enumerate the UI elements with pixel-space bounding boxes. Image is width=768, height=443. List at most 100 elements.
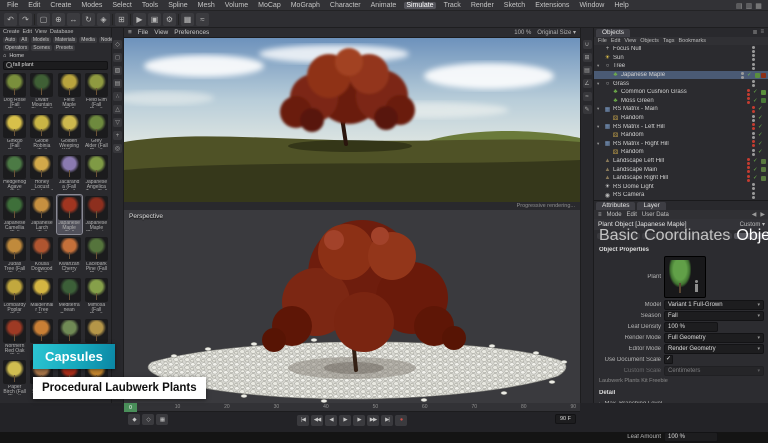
asset-item[interactable]: Japanese Maple (Fall Plant) xyxy=(57,195,82,234)
checkbox[interactable] xyxy=(664,355,673,364)
object-tags[interactable] xyxy=(755,73,766,78)
history-forward-icon[interactable]: ▶ xyxy=(760,211,765,218)
objects-menu-item[interactable]: Bookmarks xyxy=(678,38,706,44)
menu-item[interactable]: Edit xyxy=(26,2,42,9)
asset-item[interactable]: Globe Robinia (Fall Plant) xyxy=(29,113,54,152)
asset-item[interactable]: Kwanzan Cherry (Fall Plant) xyxy=(57,236,82,275)
asset-browser-menu-item[interactable]: Database xyxy=(50,29,74,35)
menu-item[interactable]: File xyxy=(5,2,20,9)
enable-checkmark[interactable]: ✓ xyxy=(758,124,764,130)
visibility-dots[interactable] xyxy=(752,140,755,147)
visibility-dots[interactable] xyxy=(752,183,755,190)
asset-item[interactable]: Field Maple (Fall Plant) xyxy=(57,72,82,111)
asset-filter-chip[interactable]: Scenes xyxy=(31,45,52,51)
asset-item[interactable]: Paper Birch (Fall Plant) xyxy=(2,359,27,398)
live-selection-tool[interactable]: ▢ xyxy=(37,13,50,26)
record-button[interactable]: ● xyxy=(395,415,407,426)
menu-item[interactable]: Tools xyxy=(140,2,160,9)
field-control[interactable]: Centimeters ▾ xyxy=(664,366,764,376)
rotate-tool[interactable]: ↻ xyxy=(82,13,95,26)
visibility-dots[interactable] xyxy=(747,166,750,173)
asset-browser-menu-item[interactable]: View xyxy=(35,29,47,35)
asset-item[interactable]: Ginkgo (Fall Plant) xyxy=(2,113,27,152)
expand-arrow-icon[interactable]: ▾ xyxy=(597,141,602,147)
point-mode-icon[interactable]: ∴ xyxy=(113,92,122,101)
search-input[interactable] xyxy=(3,61,108,70)
attributes-tab[interactable]: Layer xyxy=(637,202,665,210)
menu-item[interactable]: Select xyxy=(110,2,133,9)
objects-menu-item[interactable]: View xyxy=(624,38,636,44)
perspective-view[interactable] xyxy=(124,210,580,403)
next-key-button[interactable]: ▶▶ xyxy=(367,415,379,426)
scale-tool[interactable]: ↔ xyxy=(67,13,80,26)
visibility-dots[interactable] xyxy=(752,54,755,61)
menu-item[interactable]: Animate xyxy=(369,2,399,9)
asset-item[interactable]: Kousa Dogwood (Fall Plant) xyxy=(29,236,54,275)
enable-checkmark[interactable]: ✓ xyxy=(758,132,764,138)
asset-item[interactable]: Northern Red Oak (Fall Plant) xyxy=(2,318,27,357)
enable-checkmark[interactable]: ✓ xyxy=(753,89,759,95)
enable-checkmark[interactable]: ✓ xyxy=(753,167,759,173)
layout-split-icon[interactable]: ▥ xyxy=(746,2,753,10)
next-frame-button[interactable]: ▶ xyxy=(353,415,365,426)
asset-item[interactable]: Lombardy Poplar (Fall Plant) xyxy=(2,277,27,316)
asset-item[interactable]: Dog Rose (Fall Plant) xyxy=(2,72,27,111)
objects-menu-item[interactable]: Edit xyxy=(611,38,620,44)
asset-filter-chip[interactable]: Materials xyxy=(53,37,77,43)
object-row[interactable]: ♣ Moss Green ✓ xyxy=(594,97,768,106)
asset-item[interactable]: Field Elm (Fall Plant) xyxy=(84,72,109,111)
asset-filter-chip[interactable]: Presets xyxy=(54,45,75,51)
asset-browser-menu-item[interactable]: Create xyxy=(3,29,20,35)
snap-toggle-icon[interactable]: ∪ xyxy=(583,40,592,49)
enable-checkmark[interactable]: ✓ xyxy=(758,115,764,121)
separator[interactable] xyxy=(112,14,113,25)
texture-mode-icon[interactable]: ▨ xyxy=(113,66,122,75)
menu-item[interactable]: Create xyxy=(48,2,73,9)
object-row[interactable]: ☀ RS Dome Light ✓ xyxy=(594,183,768,192)
field-control[interactable]: 100 % ▾ xyxy=(664,432,718,442)
visibility-dots[interactable] xyxy=(752,192,755,199)
viewport-camera-label[interactable]: Perspective xyxy=(129,213,163,220)
menu-item[interactable]: Volume xyxy=(223,2,250,9)
object-row[interactable]: ▾ ▦ RS Matrix - Right Hill ✓ xyxy=(594,140,768,149)
viewport-solo-icon[interactable]: ◎ xyxy=(113,144,122,153)
undo-button[interactable]: ↶ xyxy=(4,13,17,26)
layout-grid-icon[interactable]: ▦ xyxy=(755,2,762,10)
visibility-dots[interactable] xyxy=(747,89,750,96)
redo-button[interactable]: ↷ xyxy=(19,13,32,26)
history-back-icon[interactable]: ◀ xyxy=(752,211,757,218)
last-used-tool[interactable]: ◈ xyxy=(97,13,110,26)
asset-item[interactable]: Japanese Angelica Tree (Fall Plant) xyxy=(84,154,109,193)
menu-item[interactable]: MoCap xyxy=(256,2,283,9)
field-control[interactable]: 100 % ▾ xyxy=(664,322,718,332)
enable-checkmark[interactable]: ✓ xyxy=(753,98,759,104)
objects-menu-item[interactable]: Objects xyxy=(640,38,659,44)
enable-checkmark[interactable]: ✓ xyxy=(758,141,764,147)
attribute-tab[interactable]: Object xyxy=(734,233,768,239)
expand-arrow-icon[interactable]: ▾ xyxy=(597,81,602,87)
enable-axis-icon[interactable]: + xyxy=(113,131,122,140)
object-row[interactable]: ◉ RS Camera ✓ xyxy=(594,191,768,200)
render-view-button[interactable]: ▶ xyxy=(133,13,146,26)
asset-item[interactable]: Japanese Maple 'Dissectum' (Fall Plant) xyxy=(84,195,109,234)
enable-checkmark[interactable]: ✓ xyxy=(747,72,753,78)
plant-preview[interactable] xyxy=(664,256,706,298)
panel-menu-icon[interactable]: ≡ xyxy=(760,29,764,36)
menu-item[interactable]: Sketch xyxy=(502,2,527,9)
play-button[interactable]: ▶ xyxy=(339,415,351,426)
model-mode-icon[interactable]: ◻ xyxy=(113,53,122,62)
object-tags[interactable] xyxy=(761,167,766,172)
object-row[interactable]: ▾ ○ Tree ✓ xyxy=(594,62,768,71)
separator[interactable] xyxy=(34,14,35,25)
end-frame-field[interactable]: 90 F xyxy=(555,414,576,424)
separator[interactable] xyxy=(130,14,131,25)
asset-item[interactable]: Hedgehog Agave (Fall Plant) xyxy=(2,154,27,193)
timeline-ruler[interactable]: 0102030405060708090 xyxy=(124,403,580,412)
asset-item[interactable]: Grey Alder (Fall Plant) xyxy=(84,113,109,152)
menu-item[interactable]: Window xyxy=(577,2,606,9)
move-tool[interactable]: ⊕ xyxy=(52,13,65,26)
enable-checkmark[interactable]: ✓ xyxy=(753,158,759,164)
expand-arrow-icon[interactable]: ▾ xyxy=(597,63,602,69)
mode-menu-item[interactable]: User Data xyxy=(642,212,669,218)
expand-arrow-icon[interactable]: ▾ xyxy=(597,124,602,130)
